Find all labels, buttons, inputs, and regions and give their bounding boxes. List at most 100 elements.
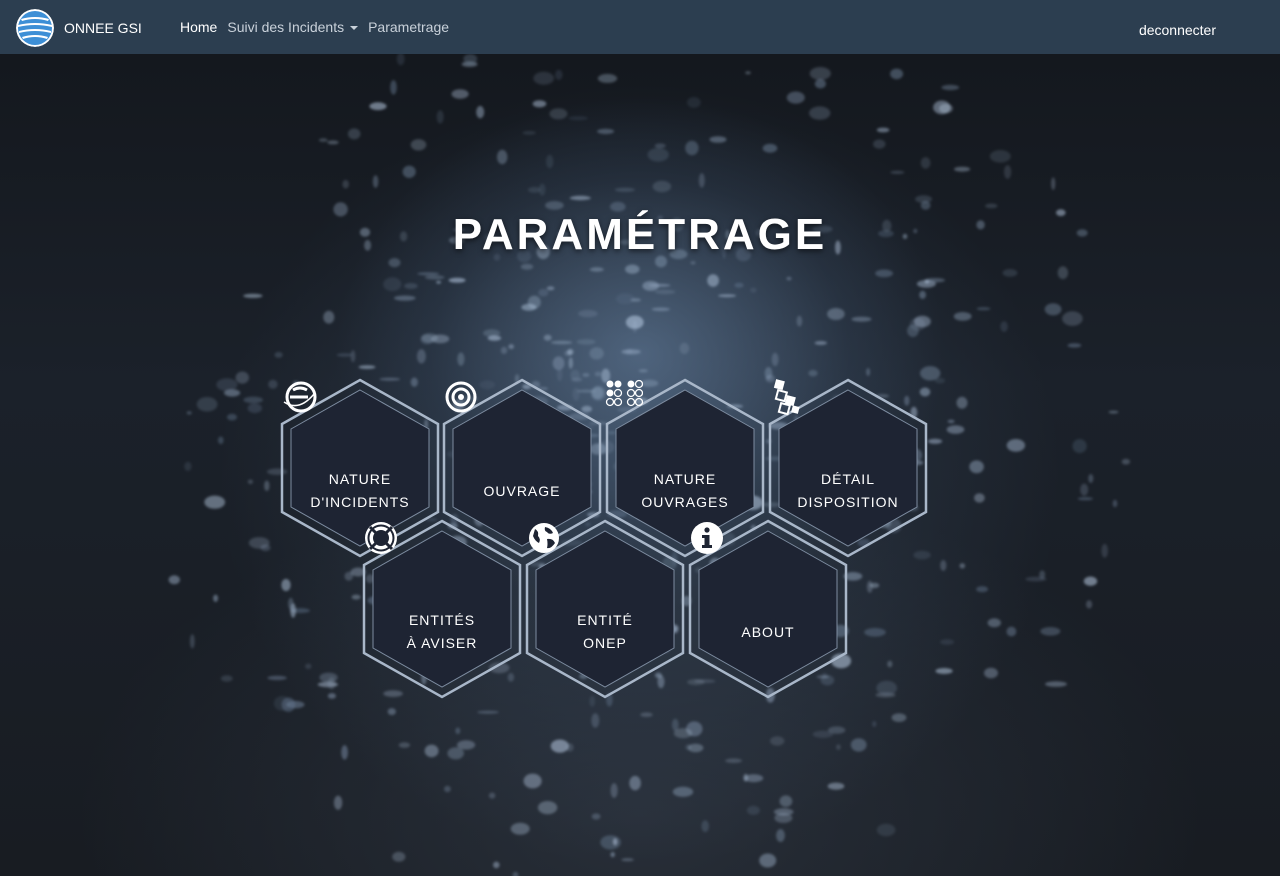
water-bubble [186, 411, 192, 415]
water-bubble [776, 829, 785, 842]
water-bubble [989, 150, 1011, 163]
water-bubble [327, 693, 336, 699]
water-bubble [836, 744, 841, 750]
water-bubble [851, 316, 872, 322]
water-bubble [1040, 627, 1061, 636]
water-bubble [369, 102, 387, 111]
water-bubble [455, 727, 461, 735]
water-bubble [652, 180, 672, 193]
water-bubble [1088, 474, 1094, 483]
water-bubble [457, 352, 465, 366]
water-bubble [402, 165, 416, 178]
water-bubble [589, 267, 604, 272]
water-bubble [347, 128, 361, 140]
water-bubble [913, 315, 931, 328]
water-bubble [387, 708, 396, 716]
water-bubble [213, 594, 219, 602]
dots-grid-icon [605, 379, 704, 460]
water-bubble [578, 309, 598, 318]
water-bubble [630, 298, 641, 302]
water-bubble [890, 170, 905, 174]
water-bubble [679, 342, 690, 355]
water-bubble [762, 143, 778, 153]
water-bubble [267, 675, 287, 681]
water-bubble [394, 295, 416, 301]
water-bubble [568, 116, 588, 121]
water-bubble [184, 461, 192, 471]
water-bubble [876, 823, 896, 837]
target-icon [445, 381, 541, 472]
water-bubble [497, 149, 508, 165]
water-bubble [734, 282, 744, 288]
water-bubble [786, 91, 805, 104]
water-bubble [510, 822, 530, 835]
caret-down-icon [350, 26, 359, 31]
water-bubble [745, 71, 751, 75]
water-bubble [416, 349, 426, 364]
water-bubble [1121, 458, 1131, 465]
water-bubble [814, 341, 827, 345]
water-bubble [876, 680, 898, 696]
brand[interactable]: ONNEE GSI [16, 9, 142, 47]
water-bubble [866, 368, 871, 376]
water-bubble [614, 187, 636, 192]
water-bubble [532, 100, 547, 108]
water-bubble [323, 310, 335, 324]
nav-parametrage[interactable]: Parametrage [368, 19, 449, 35]
water-bubble [341, 745, 348, 760]
water-bubble [436, 110, 444, 124]
tile-about[interactable]: ABOUT [688, 519, 848, 699]
tile-label: NATURE D'INCIDENTS [310, 471, 410, 510]
water-bubble [976, 586, 988, 593]
water-bubble [565, 743, 574, 752]
logout-link[interactable]: deconnecter [1139, 22, 1216, 38]
water-bubble [873, 139, 886, 149]
water-bubble [1004, 165, 1012, 179]
nav-home[interactable]: Home [180, 19, 217, 35]
water-bubble [891, 713, 907, 722]
water-bubble [500, 346, 508, 354]
water-bubble [890, 68, 904, 80]
water-bubble [372, 175, 379, 188]
water-bubble [638, 369, 648, 373]
water-bubble [687, 743, 704, 753]
water-bubble [260, 544, 271, 552]
water-bubble [281, 697, 296, 712]
water-bubble [814, 79, 827, 89]
water-bubble [976, 307, 991, 311]
water-bubble [876, 127, 890, 133]
water-bubble [974, 493, 985, 503]
water-bubble [318, 138, 328, 142]
tile-entites-aviser[interactable]: ENTITÉS À AVISER [362, 519, 522, 699]
water-bubble [771, 352, 779, 367]
water-bubble [218, 436, 224, 445]
water-bubble [549, 108, 568, 120]
water-bubble [551, 340, 573, 345]
water-bubble [941, 84, 960, 91]
water-bubble [718, 294, 736, 298]
water-bubble [417, 272, 440, 276]
water-bubble [709, 136, 727, 143]
nav-suivi-incidents[interactable]: Suivi des Incidents [227, 19, 359, 35]
water-bubble [779, 795, 793, 807]
water-bubble [919, 290, 926, 299]
cubes-icon [773, 379, 867, 460]
water-bubble [935, 668, 953, 674]
water-bubble [457, 740, 476, 750]
water-bubble [939, 103, 953, 114]
water-bubble [1057, 266, 1069, 280]
water-bubble [687, 97, 701, 108]
water-bubble [629, 775, 641, 791]
water-bubble [216, 378, 238, 392]
water-bubble [390, 80, 397, 95]
water-bubble [546, 286, 555, 291]
water-bubble [1086, 600, 1093, 609]
water-bubble [959, 563, 966, 569]
water-bubble [654, 289, 676, 295]
water-bubble [869, 582, 880, 589]
water-bubble [537, 801, 558, 815]
water-bubble [640, 712, 653, 717]
tile-entite-onep[interactable]: ENTITÉ ONEP [525, 519, 685, 699]
water-bubble [1112, 499, 1118, 508]
water-bubble [786, 276, 792, 281]
